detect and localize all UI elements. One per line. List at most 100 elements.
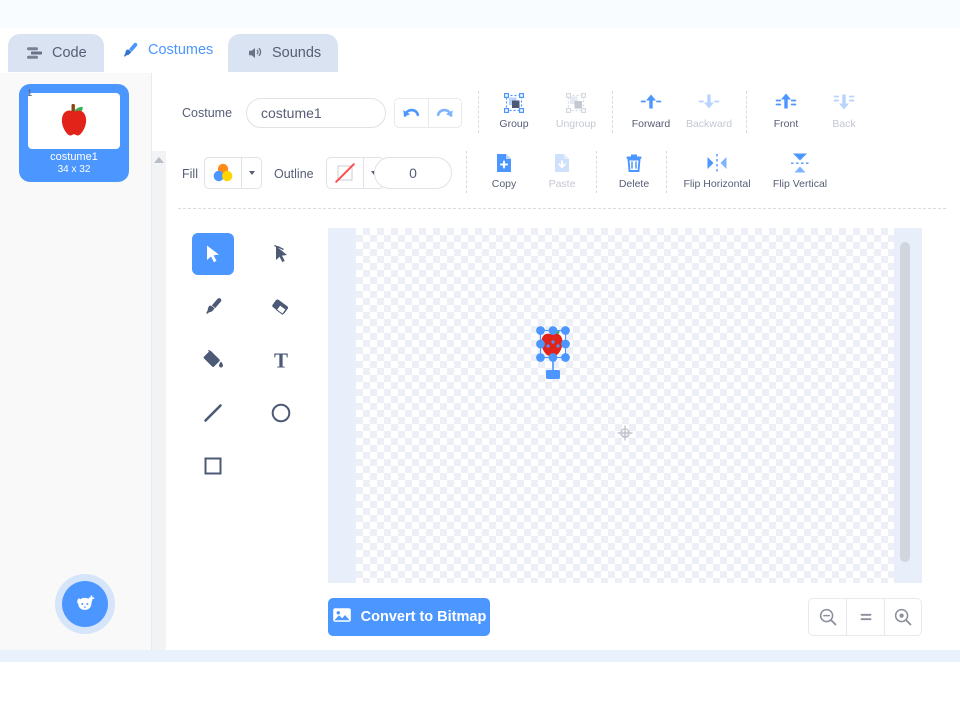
delete-label: Delete <box>618 178 650 190</box>
tool-text[interactable]: T <box>260 339 302 381</box>
backward-icon <box>696 89 722 115</box>
tab-sounds[interactable]: Sounds <box>228 34 338 72</box>
tab-costumes[interactable]: Costumes <box>104 28 228 72</box>
add-costume-button[interactable] <box>62 581 108 627</box>
costume-thumbnail <box>28 93 120 149</box>
flip-vertical-icon <box>787 149 813 175</box>
fill-color-swatch[interactable] <box>205 158 241 188</box>
back-label: Back <box>832 118 856 130</box>
costume-list-scrollbar[interactable] <box>152 151 166 661</box>
toolbar-divider-1 <box>478 91 479 133</box>
copy-button[interactable]: Copy <box>474 149 534 197</box>
flip-vertical-button[interactable]: Flip Vertical <box>760 149 840 197</box>
canvas-checkerboard[interactable] <box>356 228 894 583</box>
paste-label: Paste <box>548 178 576 190</box>
tab-code-label: Code <box>52 45 87 61</box>
tool-rectangle[interactable] <box>192 445 234 487</box>
flip-horizontal-button[interactable]: Flip Horizontal <box>674 149 760 197</box>
ungroup-button[interactable]: Ungroup <box>546 89 606 137</box>
image-icon <box>332 606 352 628</box>
tab-code[interactable]: Code <box>8 34 104 72</box>
speaker-icon <box>246 44 264 62</box>
outline-width-input[interactable]: 0 <box>374 157 452 189</box>
tab-bar: Code Costumes Sounds <box>0 28 960 72</box>
outline-label: Outline <box>274 167 314 181</box>
costume-name-value: costume1 <box>261 105 322 121</box>
copy-label: Copy <box>491 178 517 190</box>
svg-text:T: T <box>274 349 288 371</box>
scroll-up-icon[interactable] <box>154 157 164 163</box>
chevron-down-icon <box>248 171 255 175</box>
trash-icon <box>622 149 646 175</box>
tool-circle[interactable] <box>260 392 302 434</box>
selected-shape[interactable] <box>524 316 582 386</box>
group-icon <box>502 89 526 115</box>
paint-canvas-area[interactable] <box>328 228 922 583</box>
tab-sounds-label: Sounds <box>272 45 322 61</box>
tool-brush[interactable] <box>192 286 234 328</box>
forward-label: Forward <box>631 118 671 130</box>
convert-to-bitmap-label: Convert to Bitmap <box>360 609 487 625</box>
paste-button[interactable]: Paste <box>532 149 592 197</box>
costume-list: 1 costume1 34 x 32 <box>0 73 152 651</box>
toolbar-divider-6 <box>666 151 667 193</box>
toolbar-divider-3 <box>746 91 747 133</box>
fill-color-control <box>204 157 262 189</box>
ungroup-label: Ungroup <box>555 118 597 130</box>
front-icon <box>773 89 799 115</box>
toolbar-divider-5 <box>596 151 597 193</box>
code-icon <box>26 44 44 62</box>
zoom-out-button[interactable] <box>809 599 846 635</box>
ungroup-icon <box>564 89 588 115</box>
toolbar-divider-4 <box>466 151 467 193</box>
group-label: Group <box>499 118 529 130</box>
brush-icon <box>122 41 140 59</box>
fill-color-dropdown[interactable] <box>241 158 261 188</box>
costume-item-name: costume1 <box>50 151 98 163</box>
flip-horizontal-label: Flip Horizontal <box>683 178 751 190</box>
paint-toolbar-row-1: Costume costume1 Group Ungroup Forward B… <box>166 85 960 139</box>
fill-label: Fill <box>182 167 198 181</box>
paint-editor: Costume costume1 Group Ungroup Forward B… <box>166 73 960 651</box>
tool-reshape[interactable] <box>260 233 302 275</box>
toolbar-divider-2 <box>612 91 613 133</box>
backward-label: Backward <box>685 118 733 130</box>
back-button[interactable]: Back <box>814 89 874 137</box>
toolbar-separator <box>178 208 946 209</box>
paste-icon <box>550 149 574 175</box>
zoom-controls <box>808 598 922 636</box>
costume-item-number: 1 <box>27 88 33 99</box>
panel-bottom-edge <box>0 650 960 662</box>
flip-vertical-label: Flip Vertical <box>772 178 828 190</box>
paint-toolbar-row-2: Fill Outline 0 Copy Paste Delete Flip Ho… <box>166 145 960 199</box>
costume-name-label: Costume <box>182 106 233 120</box>
back-icon <box>831 89 857 115</box>
zoom-in-button[interactable] <box>883 599 921 635</box>
delete-button[interactable]: Delete <box>604 149 664 197</box>
forward-icon <box>638 89 664 115</box>
tool-eraser[interactable] <box>260 286 302 328</box>
tool-fill[interactable] <box>192 339 234 381</box>
undo-button[interactable] <box>395 99 428 127</box>
group-button[interactable]: Group <box>484 89 544 137</box>
costume-list-item[interactable]: 1 costume1 34 x 32 <box>22 87 126 179</box>
tab-costumes-label: Costumes <box>148 42 214 58</box>
convert-to-bitmap-button[interactable]: Convert to Bitmap <box>328 598 490 636</box>
editor-panel: 1 costume1 34 x 32 Costume costume1 Grou… <box>0 72 960 661</box>
forward-button[interactable]: Forward <box>621 89 681 137</box>
backward-button[interactable]: Backward <box>679 89 739 137</box>
tool-select[interactable] <box>192 233 234 275</box>
canvas-center-marker <box>616 424 634 442</box>
costume-name-input[interactable]: costume1 <box>246 98 386 128</box>
copy-icon <box>492 149 516 175</box>
redo-button[interactable] <box>427 99 461 127</box>
costume-item-size: 34 x 32 <box>57 164 91 175</box>
outline-width-value: 0 <box>409 165 417 181</box>
front-button[interactable]: Front <box>756 89 816 137</box>
zoom-reset-button[interactable] <box>846 599 883 635</box>
page-top-strip <box>0 0 960 28</box>
canvas-vertical-scrollbar[interactable] <box>900 242 910 562</box>
outline-color-swatch[interactable] <box>327 158 363 188</box>
front-label: Front <box>773 118 799 130</box>
tool-line[interactable] <box>192 392 234 434</box>
